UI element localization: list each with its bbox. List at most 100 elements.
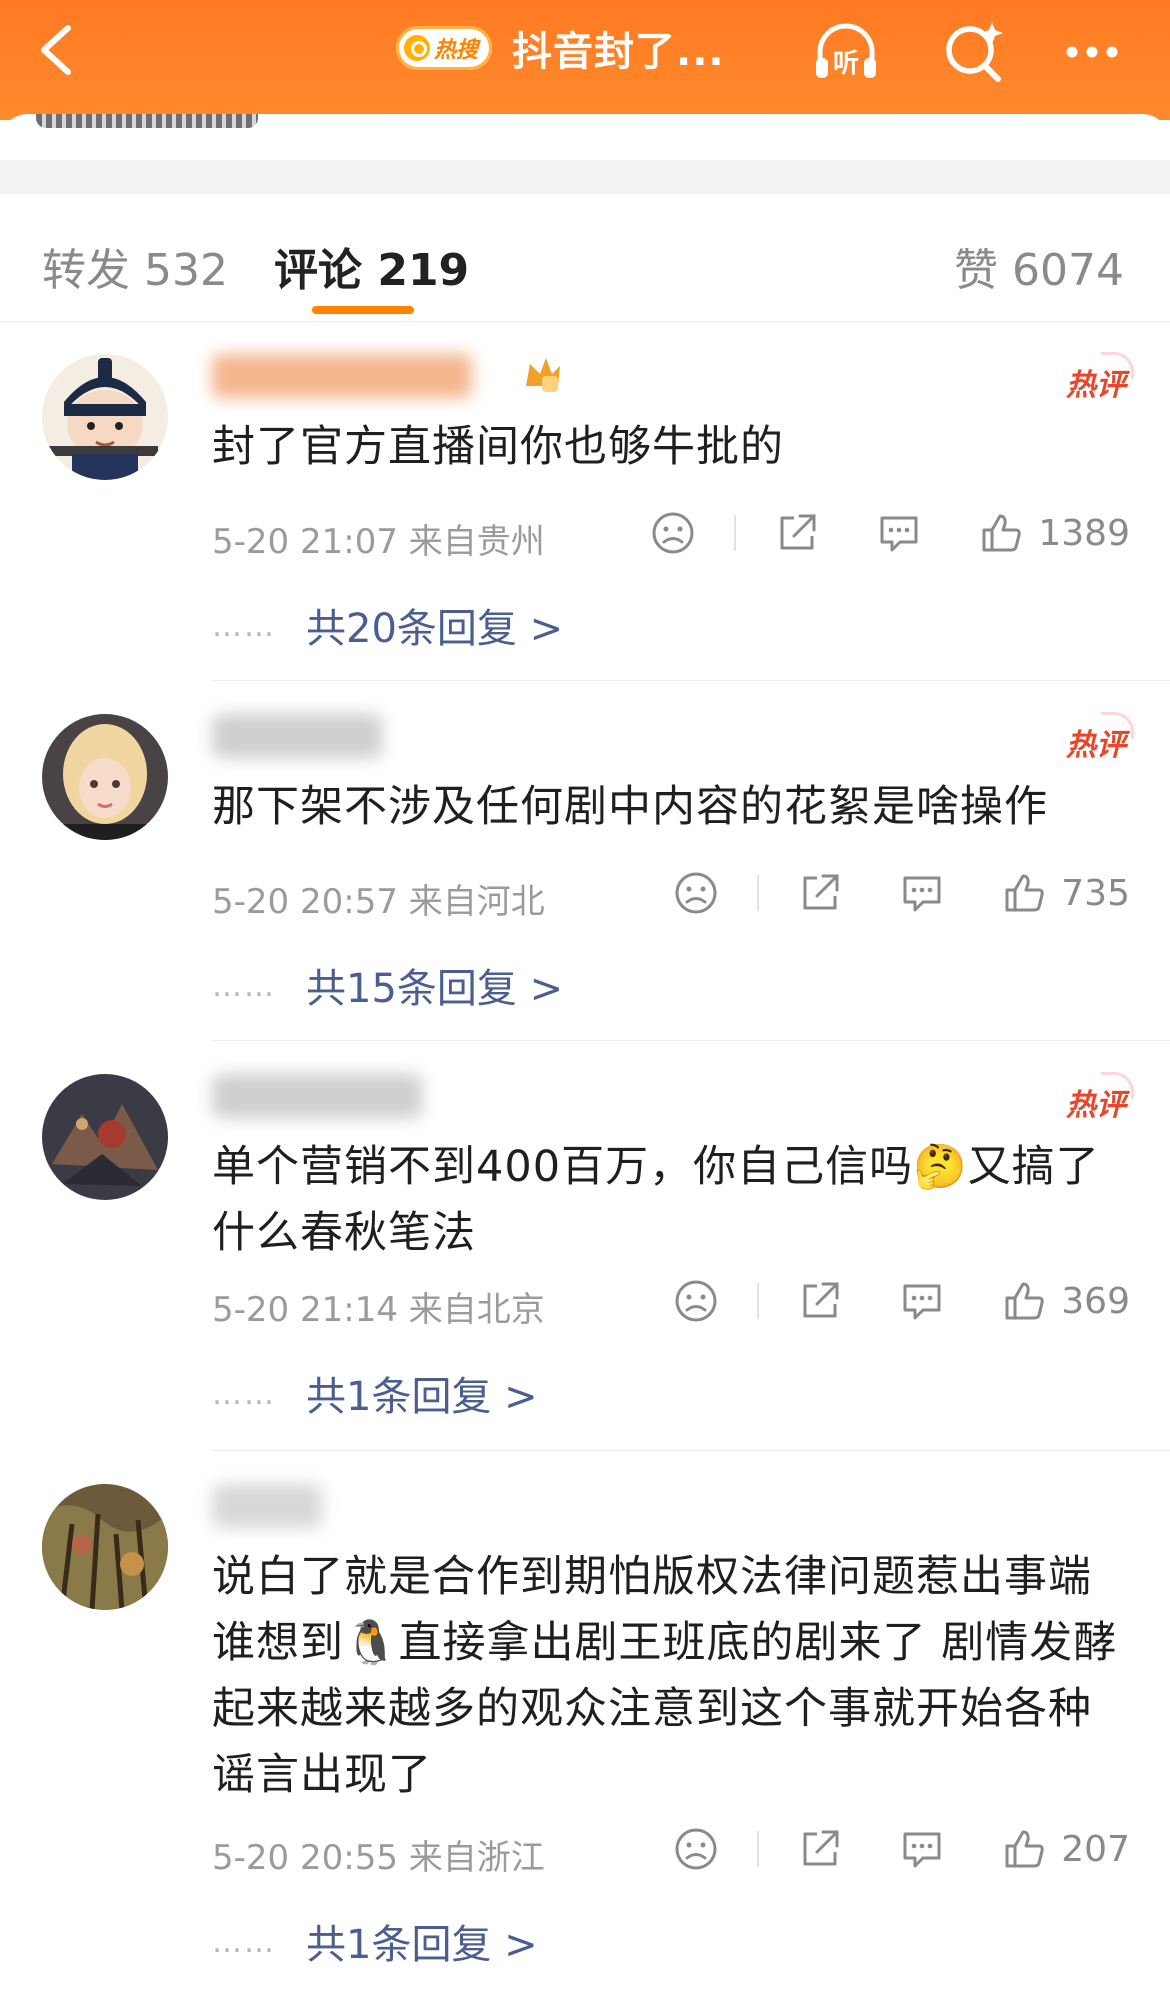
avatar-image [42, 1074, 168, 1200]
avatar[interactable] [42, 1074, 168, 1200]
comment-meta: 5-20 21:07 来自贵州 [212, 514, 545, 563]
comment-date: 5-20 21:14 [212, 1290, 398, 1330]
hot-search-label: 热搜 [434, 38, 479, 63]
reply-dots: …… [212, 969, 276, 1004]
action-divider [757, 875, 760, 911]
frown-face-icon[interactable] [673, 870, 719, 916]
comment-item: 热评 封了官方直播间你也够牛批的 5-20 21:07 来自贵州 1389 ……… [0, 324, 1170, 682]
frown-face-icon[interactable] [673, 1278, 719, 1324]
comment-actions: 1389 [650, 508, 1130, 558]
avatar-image [42, 354, 168, 480]
tab-likes[interactable]: 赞 6074 [954, 234, 1124, 298]
comment-location: 来自河北 [408, 882, 545, 922]
tab-reposts-label: 转发 [42, 245, 130, 296]
comment-item: 热评 那下架不涉及任何剧中内容的花絮是啥操作 5-20 20:57 来自河北 7… [0, 684, 1170, 1042]
comment-date: 5-20 21:07 [212, 522, 398, 562]
like-count: 369 [1061, 1280, 1130, 1322]
chevron-left-icon[interactable] [30, 20, 90, 80]
comment-bubble-icon[interactable] [876, 510, 922, 556]
comment-location: 来自浙江 [408, 1838, 545, 1878]
avatar[interactable] [42, 1484, 168, 1610]
reply-dots: …… [212, 1377, 276, 1412]
reply-count-label: 共20条回复 > [306, 606, 564, 652]
section-gap [0, 160, 1170, 194]
title-group: 热搜 抖音封了... [396, 18, 725, 78]
search-sparkle-icon[interactable] [940, 18, 1008, 86]
comment-meta: 5-20 20:57 来自河北 [212, 874, 545, 923]
tab-comments-count: 219 [377, 245, 470, 296]
like-count: 735 [1061, 872, 1130, 914]
comment-location: 来自北京 [408, 1290, 545, 1330]
hot-comment-tag: 热评 [1066, 712, 1134, 764]
comment-date: 5-20 20:57 [212, 882, 398, 922]
headphones-icon[interactable]: 听 [812, 18, 880, 86]
thumbs-up-icon[interactable] [1001, 870, 1047, 916]
view-replies-link[interactable]: …… 共20条回复 > [212, 596, 563, 654]
more-dots-icon[interactable] [1058, 18, 1126, 86]
comment-actions: 735 [673, 868, 1130, 918]
tab-reposts[interactable]: 转发 532 [42, 234, 228, 298]
comment-bubble-icon[interactable] [899, 1278, 945, 1324]
comment-item: 热评 单个营销不到400百万，你自己信吗🤔又搞了什么春秋笔法 5-20 21:1… [0, 1044, 1170, 1452]
comment-location: 来自贵州 [408, 522, 545, 562]
avatar[interactable] [42, 354, 168, 480]
view-replies-link[interactable]: …… 共1条回复 > [212, 1912, 538, 1970]
tab-reposts-count: 532 [144, 245, 228, 296]
comment-text: 封了官方直播间你也够牛批的 [212, 422, 784, 472]
comment-actions: 369 [673, 1276, 1130, 1326]
comment-meta: 5-20 20:55 来自浙江 [212, 1830, 545, 1879]
thumbs-up-icon[interactable] [978, 510, 1024, 556]
comment-item: 说白了就是合作到期怕版权法律问题惹出事端 谁想到🐧直接拿出剧王班底的剧来了 剧情… [0, 1454, 1170, 1996]
like-count: 207 [1061, 1828, 1130, 1870]
action-divider [734, 515, 737, 551]
comment-text: 说白了就是合作到期怕版权法律问题惹出事端 谁想到🐧直接拿出剧王班底的剧来了 剧情… [212, 1552, 1118, 1800]
reply-count-label: 共1条回复 > [306, 1922, 538, 1968]
share-icon[interactable] [774, 510, 820, 556]
comment-text: 那下架不涉及任何剧中内容的花絮是啥操作 [212, 782, 1048, 832]
listen-label: 听 [833, 49, 859, 79]
page-title: 抖音封了... [512, 29, 725, 75]
view-replies-link[interactable]: …… 共1条回复 > [212, 1364, 538, 1422]
active-tab-indicator [312, 306, 414, 314]
hot-search-badge[interactable]: 热搜 [396, 26, 493, 70]
crown-badge-icon [526, 358, 560, 392]
avatar-image [42, 1484, 168, 1610]
comment-actions: 207 [673, 1824, 1130, 1874]
username[interactable] [212, 1074, 422, 1118]
hot-comment-tag: 热评 [1066, 352, 1134, 404]
frown-face-icon[interactable] [673, 1826, 719, 1872]
share-icon[interactable] [797, 1826, 843, 1872]
tab-bar: 转发 532 评论 219 赞 6074 [0, 194, 1170, 322]
post-preview-thumb [36, 114, 258, 128]
top-bar: 热搜 抖音封了... 听 [0, 0, 1170, 120]
hot-comment-tag: 热评 [1066, 1072, 1134, 1124]
share-icon[interactable] [797, 870, 843, 916]
reply-dots: …… [212, 1925, 276, 1960]
reply-count-label: 共15条回复 > [306, 966, 564, 1012]
comment-divider [212, 1450, 1170, 1451]
reply-count-label: 共1条回复 > [306, 1374, 538, 1420]
action-divider [757, 1283, 760, 1319]
reply-dots: …… [212, 609, 276, 644]
username[interactable] [212, 1484, 322, 1528]
comment-divider [212, 680, 1170, 681]
comment-bubble-icon[interactable] [899, 870, 945, 916]
view-replies-link[interactable]: …… 共15条回复 > [212, 956, 563, 1014]
avatar[interactable] [42, 714, 168, 840]
tab-comments[interactable]: 评论 219 [274, 234, 469, 298]
comment-bubble-icon[interactable] [899, 1826, 945, 1872]
comment-text: 单个营销不到400百万，你自己信吗🤔又搞了什么春秋笔法 [212, 1142, 1100, 1258]
thumbs-up-icon[interactable] [1001, 1826, 1047, 1872]
tab-likes-label: 赞 [954, 245, 999, 296]
action-divider [757, 1831, 760, 1867]
frown-face-icon[interactable] [650, 510, 696, 556]
share-icon[interactable] [797, 1278, 843, 1324]
username[interactable] [212, 354, 472, 398]
comment-date: 5-20 20:55 [212, 1838, 398, 1878]
thumbs-up-icon[interactable] [1001, 1278, 1047, 1324]
tab-likes-count: 6074 [1012, 245, 1124, 296]
username[interactable] [212, 714, 382, 758]
like-count: 1389 [1038, 512, 1130, 554]
tab-comments-label: 评论 [274, 245, 362, 296]
avatar-image [42, 714, 168, 840]
